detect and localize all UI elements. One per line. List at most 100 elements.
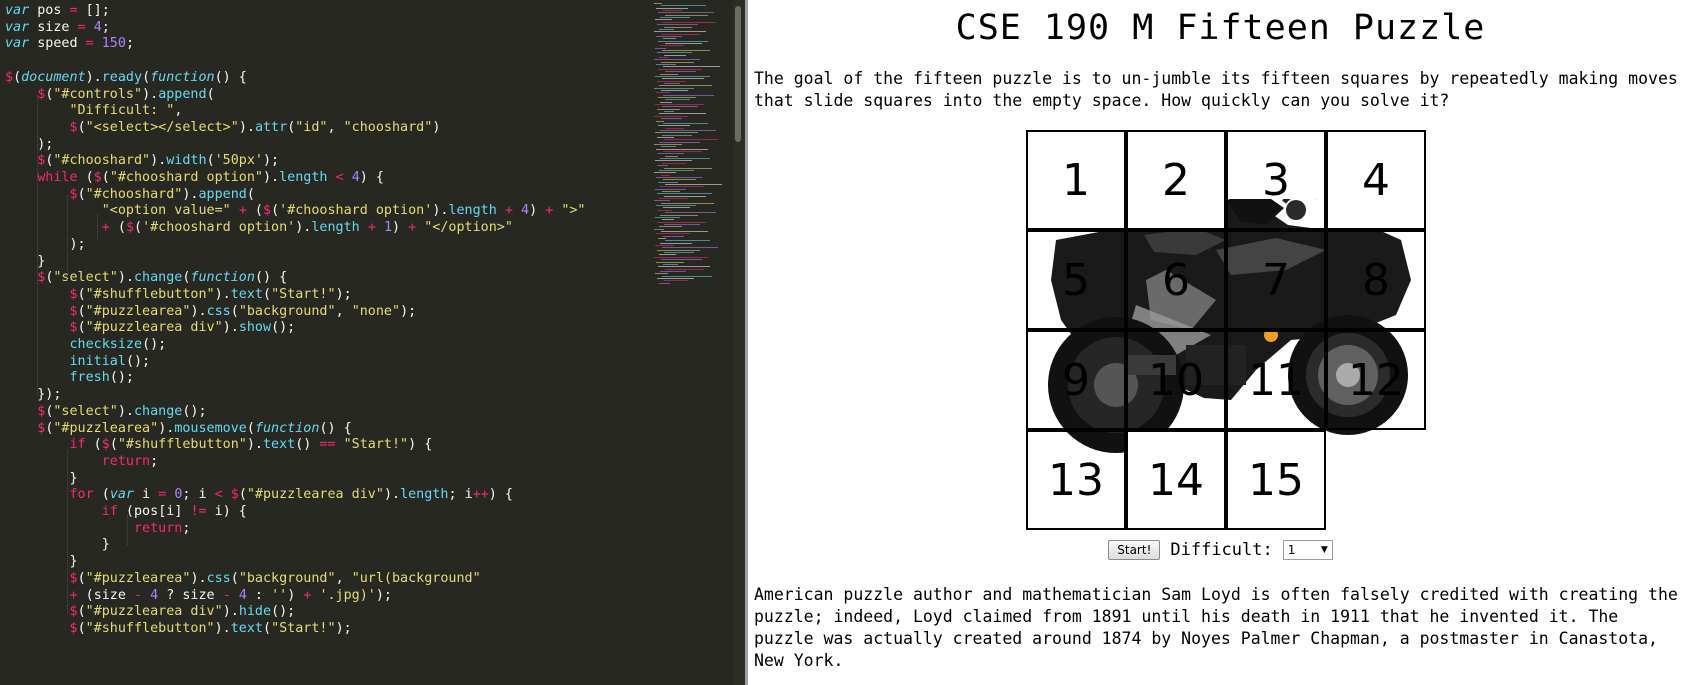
puzzle-tile[interactable]: 12: [1326, 330, 1426, 430]
editor-scrollbar[interactable]: [733, 0, 745, 685]
code-line[interactable]: }: [5, 536, 110, 554]
code-line[interactable]: $("#shufflebutton").text("Start!");: [5, 286, 352, 304]
minimap-line: [657, 136, 674, 138]
minimap-line: [658, 12, 714, 14]
minimap-line: [664, 280, 688, 282]
minimap-line: [661, 230, 708, 232]
code-line[interactable]: });: [5, 386, 61, 404]
code-editor-pane[interactable]: var pos = []; var size = 4; var speed = 15…: [0, 0, 745, 685]
code-line[interactable]: $("select").change(function() {: [5, 269, 287, 287]
minimap-line: [658, 40, 708, 42]
puzzle-area[interactable]: 1 2 3 4 5 6 7 8 9 10 11 12 13 14 15: [1026, 130, 1426, 530]
shuffle-button[interactable]: Start!: [1108, 540, 1161, 560]
code-line[interactable]: + (size - 4 ? size - 4 : '') + '.jpg)');: [5, 587, 393, 605]
minimap-line: [654, 115, 688, 117]
puzzle-tile[interactable]: 15: [1226, 430, 1326, 530]
code-line[interactable]: $("#shufflebutton").text("Start!");: [5, 620, 352, 638]
minimap-line: [654, 87, 694, 89]
puzzle-tile[interactable]: 14: [1126, 430, 1226, 530]
puzzle-tile[interactable]: 13: [1026, 430, 1126, 530]
minimap-line: [664, 195, 706, 197]
code-view[interactable]: var pos = []; var size = 4; var speed = 15…: [0, 0, 650, 685]
code-line[interactable]: var speed = 150;: [5, 35, 134, 53]
minimap-line: [662, 275, 712, 277]
minimap-line: [663, 151, 702, 153]
code-line[interactable]: $("select").change();: [5, 403, 206, 421]
minimap-line: [658, 181, 678, 183]
code-line[interactable]: for (var i = 0; i < $("#puzzlearea div")…: [5, 486, 513, 504]
minimap-line: [655, 19, 672, 21]
code-line[interactable]: $("<select></select>").attr("id", "choos…: [5, 119, 441, 137]
puzzle-tile[interactable]: 8: [1326, 230, 1426, 330]
code-line[interactable]: return;: [5, 453, 158, 471]
code-line[interactable]: if (pos[i] != i) {: [5, 503, 247, 521]
code-line[interactable]: $("#puzzlearea").mousemove(function() {: [5, 420, 351, 438]
code-line[interactable]: }: [5, 253, 45, 271]
code-line[interactable]: $("#puzzlearea").css("background", "none…: [5, 303, 417, 321]
minimap[interactable]: [652, 0, 732, 685]
puzzle-tile[interactable]: 9: [1026, 330, 1126, 430]
minimap-line: [664, 252, 694, 254]
minimap-line: [658, 209, 672, 211]
minimap-line: [665, 42, 702, 44]
minimap-line: [655, 273, 668, 275]
code-line[interactable]: );: [5, 136, 53, 154]
code-line[interactable]: checksize();: [5, 336, 167, 354]
minimap-line: [655, 75, 710, 77]
puzzle-tile[interactable]: 3: [1226, 130, 1326, 230]
code-line[interactable]: $("#puzzlearea div").hide();: [5, 603, 296, 621]
minimap-line: [656, 64, 676, 66]
puzzle-tile[interactable]: 10: [1126, 330, 1226, 430]
minimap-line: [657, 52, 692, 54]
puzzle-tile[interactable]: 2: [1126, 130, 1226, 230]
minimap-line: [660, 158, 710, 160]
minimap-line: [657, 24, 698, 26]
code-line[interactable]: "<option value=" + ($('#chooshard option…: [5, 202, 586, 220]
code-line[interactable]: $("#puzzlearea").css("background", "url(…: [5, 570, 481, 588]
code-line[interactable]: initial();: [5, 353, 151, 371]
code-line[interactable]: $("#puzzlearea div").show();: [5, 319, 296, 337]
minimap-line: [663, 122, 708, 124]
difficulty-select[interactable]: 1 ▼: [1282, 540, 1333, 560]
code-line[interactable]: if ($("#shufflebutton").text() == "Start…: [5, 436, 433, 454]
minimap-line: [663, 179, 696, 181]
puzzle-tile[interactable]: 1: [1026, 130, 1126, 230]
minimap-line: [665, 155, 678, 157]
code-line[interactable]: fresh();: [5, 369, 135, 387]
minimap-line: [659, 198, 688, 200]
minimap-line: [654, 144, 682, 145]
puzzle-tile[interactable]: 7: [1226, 230, 1326, 330]
minimap-line: [656, 261, 684, 263]
minimap-line: [658, 266, 710, 268]
minimap-line: [656, 148, 708, 150]
puzzle-tile[interactable]: 6: [1126, 230, 1226, 330]
code-line[interactable]: );: [5, 236, 85, 254]
minimap-line: [662, 247, 718, 249]
minimap-line: [665, 14, 708, 16]
code-line[interactable]: "Difficult: ",: [5, 102, 183, 120]
puzzle-tile[interactable]: 5: [1026, 230, 1126, 330]
code-line[interactable]: $("#chooshard").width('50px');: [5, 152, 279, 170]
code-line[interactable]: while ($("#chooshard option").length < 4…: [5, 169, 384, 187]
indent-guide: [67, 450, 68, 615]
minimap-line: [662, 162, 686, 164]
minimap-line: [657, 221, 706, 223]
puzzle-tile[interactable]: 4: [1326, 130, 1426, 230]
puzzle-tile[interactable]: 11: [1226, 330, 1326, 430]
minimap-line: [656, 92, 670, 94]
code-line[interactable]: $(document).ready(function() {: [5, 69, 247, 87]
code-line[interactable]: $("#chooshard").append(: [5, 186, 255, 204]
minimap-line: [659, 85, 712, 87]
minimap-line: [656, 7, 688, 9]
minimap-line: [655, 216, 680, 218]
minimap-line: [660, 186, 704, 188]
minimap-line: [664, 111, 674, 113]
code-line[interactable]: var pos = [];: [5, 2, 110, 20]
editor-scrollbar-thumb[interactable]: [735, 6, 741, 142]
code-line[interactable]: return;: [5, 520, 190, 538]
code-line[interactable]: var size = 4;: [5, 19, 110, 37]
minimap-line: [663, 263, 678, 265]
code-line[interactable]: + ($('#chooshard option').length + 1) + …: [5, 219, 513, 237]
triangle-down-icon: ▼: [1320, 545, 1328, 555]
minimap-line: [665, 240, 710, 242]
